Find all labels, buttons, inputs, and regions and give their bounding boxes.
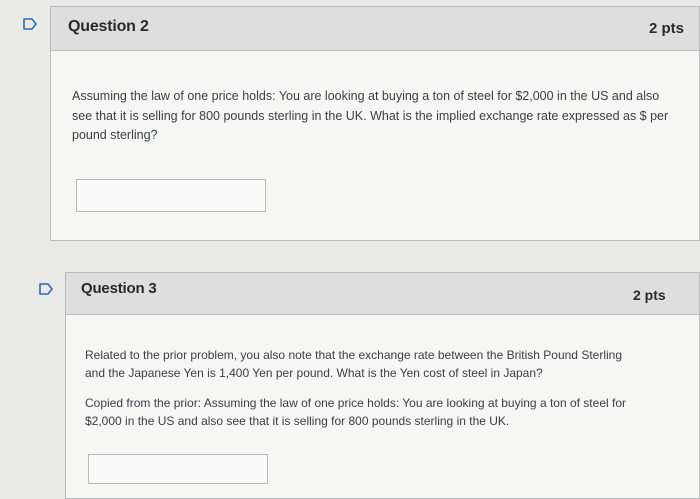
flag-icon[interactable] — [22, 18, 38, 30]
question-2-answer-input[interactable] — [76, 179, 266, 212]
question-3-text-1: Related to the prior problem, you also n… — [85, 348, 622, 380]
question-2-points: 2 pts — [649, 20, 685, 37]
question-3-title: Question 3 — [81, 280, 157, 297]
question-3-card: Question 3 2 pts Related to the prior pr… — [65, 272, 700, 499]
question-3-text-2: Copied from the prior: Assuming the law … — [85, 396, 626, 428]
question-3-points: 2 pts — [633, 287, 666, 303]
question-3-header: Question 3 2 pts — [66, 273, 699, 315]
question-3-answer-input[interactable] — [88, 454, 268, 484]
question-2-text: Assuming the law of one price holds: You… — [72, 89, 669, 142]
flag-icon[interactable] — [38, 283, 54, 295]
question-2-card: Question 2 2 pts Assuming the law of one… — [50, 6, 700, 241]
question-2-title: Question 2 — [68, 18, 149, 35]
question-2-header: Question 2 2 pts — [51, 7, 699, 51]
